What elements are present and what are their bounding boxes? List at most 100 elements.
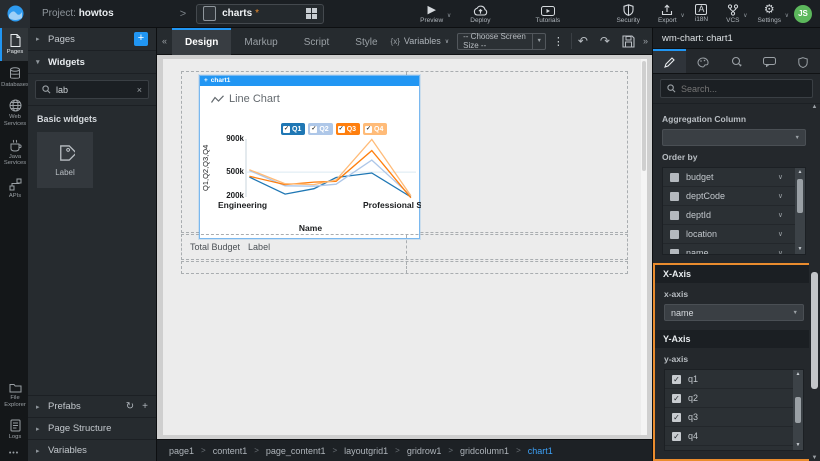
chevron-down-icon[interactable]: ∨: [778, 173, 783, 181]
project-name[interactable]: Project: howtos: [42, 8, 114, 19]
checkbox-checked[interactable]: ✓: [672, 432, 681, 441]
security-button[interactable]: Security: [616, 4, 639, 24]
chevron-down-icon[interactable]: ∨: [778, 211, 783, 219]
canvas-scrollbar[interactable]: [641, 59, 647, 435]
add-page-button[interactable]: +: [134, 32, 148, 46]
redo-button[interactable]: ↷: [594, 34, 616, 48]
page-structure-section-header[interactable]: ▸ Page Structure: [28, 417, 156, 439]
properties-search-input[interactable]: [681, 84, 806, 94]
breadcrumb-gridrow1[interactable]: gridrow1: [407, 446, 442, 456]
scroll-up-icon[interactable]: ▲: [796, 370, 801, 379]
aggregation-column-select[interactable]: ▼: [662, 129, 806, 146]
expand-right-panel-icon[interactable]: »: [641, 36, 652, 46]
tab-inspect[interactable]: [720, 49, 753, 73]
rail-item-file-explorer[interactable]: File Explorer: [0, 376, 28, 413]
tab-style[interactable]: Style: [342, 28, 390, 55]
tutorials-button[interactable]: Tutorials: [535, 4, 560, 24]
legend-q2[interactable]: ✓Q2: [308, 123, 332, 135]
checkbox-checked[interactable]: ✓: [672, 413, 681, 422]
scroll-up-icon[interactable]: ▲: [798, 168, 803, 177]
checkbox-unchecked[interactable]: [670, 211, 679, 220]
chevron-down-icon[interactable]: ∨: [743, 12, 747, 19]
breadcrumb-content1[interactable]: content1: [213, 446, 248, 456]
tab-script[interactable]: Script: [291, 28, 343, 55]
y-axis-row-q1[interactable]: ✓ q1: [665, 370, 803, 389]
chevron-down-icon[interactable]: ∨: [680, 12, 684, 19]
rail-item-web-services[interactable]: Web Services: [0, 93, 28, 132]
chevron-down-icon[interactable]: ∨: [785, 12, 789, 19]
tab-styles[interactable]: [686, 49, 719, 73]
i18n-button[interactable]: A i18N: [695, 4, 708, 23]
variables-dropdown[interactable]: {x} Variables ∨: [391, 36, 450, 46]
add-prefab-icon[interactable]: +: [142, 401, 148, 412]
chart1-widget-header[interactable]: + chart1: [200, 76, 419, 86]
scroll-down-icon[interactable]: ▼: [812, 455, 818, 461]
order-by-row-deptcode[interactable]: deptCode ∨: [663, 187, 805, 206]
checkbox-unchecked[interactable]: [670, 230, 679, 239]
preview-button[interactable]: ▶ Preview ∨: [420, 4, 443, 24]
rail-overflow-menu[interactable]: •••: [0, 446, 28, 461]
prefabs-section-header[interactable]: ▸ Prefabs ↻ +: [28, 395, 156, 417]
chevron-down-icon[interactable]: ∨: [778, 249, 783, 255]
order-by-scrollbar[interactable]: ▲ ▼: [795, 168, 805, 254]
scroll-down-icon[interactable]: ▼: [798, 245, 803, 254]
legend-q4[interactable]: ✓Q4: [363, 123, 387, 135]
y-axis-row-q3[interactable]: ✓ q3: [665, 408, 803, 427]
rail-item-databases[interactable]: Databases: [0, 61, 28, 94]
refresh-prefabs-icon[interactable]: ↻: [126, 401, 134, 412]
tab-markup[interactable]: Markup: [231, 28, 290, 55]
deploy-button[interactable]: Deploy: [470, 4, 490, 24]
total-budget-label[interactable]: Total Budget: [190, 242, 240, 252]
grid-row-2[interactable]: Total Budget Label: [181, 234, 628, 260]
grid-row-1[interactable]: + chart1 Line Chart ✓Q1 ✓Q2 ✓Q3 ✓Q4: [181, 71, 628, 233]
clear-search-icon[interactable]: ×: [137, 85, 142, 95]
order-by-row-budget[interactable]: budget ∨: [663, 168, 805, 187]
x-axis-select[interactable]: name ▼: [664, 304, 804, 321]
order-by-row-deptid[interactable]: deptId ∨: [663, 206, 805, 225]
export-button[interactable]: Export ∨: [658, 4, 677, 24]
rail-item-apis[interactable]: APIs: [0, 172, 28, 205]
page-tab-charts[interactable]: charts *: [196, 4, 324, 24]
order-by-row-location[interactable]: location ∨: [663, 225, 805, 244]
breadcrumb-page-content1[interactable]: page_content1: [266, 446, 326, 456]
widget-search-input[interactable]: [56, 85, 132, 95]
breadcrumb-gridcolumn1[interactable]: gridcolumn1: [460, 446, 509, 456]
breadcrumb-page1[interactable]: page1: [169, 446, 194, 456]
tab-comments[interactable]: [753, 49, 786, 73]
pages-section-header[interactable]: ▸ Pages +: [28, 28, 156, 51]
chevron-down-icon[interactable]: ∨: [778, 230, 783, 238]
breadcrumb-layoutgrid1[interactable]: layoutgrid1: [344, 446, 388, 456]
checkbox-checked[interactable]: ✓: [672, 375, 681, 384]
checkbox-unchecked[interactable]: [670, 192, 679, 201]
vcs-button[interactable]: VCS ∨: [726, 4, 739, 24]
rail-item-java-services[interactable]: Java Services: [0, 133, 28, 172]
checkbox-unchecked[interactable]: [670, 249, 679, 256]
settings-button[interactable]: ⚙ Settings ∨: [758, 4, 782, 24]
order-by-row-name[interactable]: name ∨: [663, 244, 805, 255]
y-axis-row-q4[interactable]: ✓ q4: [665, 427, 803, 446]
label-widget-card[interactable]: Label: [37, 132, 93, 188]
chart1-widget[interactable]: + chart1 Line Chart ✓Q1 ✓Q2 ✓Q3 ✓Q4: [199, 75, 420, 239]
y-axis-row-q2[interactable]: ✓ q2: [665, 389, 803, 408]
tab-security[interactable]: [787, 49, 820, 73]
wavemaker-logo[interactable]: [0, 0, 30, 28]
breadcrumb-chart1[interactable]: chart1: [528, 446, 553, 456]
user-avatar[interactable]: JS: [794, 5, 812, 23]
properties-scrollbar[interactable]: ▲ ▼: [809, 104, 820, 461]
chevron-down-icon[interactable]: ∨: [447, 12, 451, 19]
legend-q1[interactable]: ✓Q1: [281, 123, 305, 135]
checkbox-checked[interactable]: ✓: [672, 394, 681, 403]
grid-row-3[interactable]: [181, 261, 628, 274]
screen-size-select[interactable]: -- Choose Screen Size -- ▼: [457, 33, 546, 50]
widgets-section-header[interactable]: ▾ Widgets: [28, 51, 156, 74]
chevron-down-icon[interactable]: ∨: [778, 192, 783, 200]
y-axis-scrollbar[interactable]: ▲ ▼: [793, 370, 803, 450]
tab-properties[interactable]: [653, 49, 686, 73]
collapse-left-panel-icon[interactable]: «: [157, 36, 172, 46]
rail-item-pages[interactable]: Pages: [0, 28, 28, 61]
pages-grid-icon[interactable]: [306, 8, 317, 19]
scroll-down-icon[interactable]: ▼: [796, 441, 801, 450]
label-widget-instance[interactable]: Label: [248, 242, 270, 252]
variables-section-header[interactable]: ▸ Variables: [28, 439, 156, 461]
design-canvas[interactable]: + chart1 Line Chart ✓Q1 ✓Q2 ✓Q3 ✓Q4: [157, 55, 652, 439]
